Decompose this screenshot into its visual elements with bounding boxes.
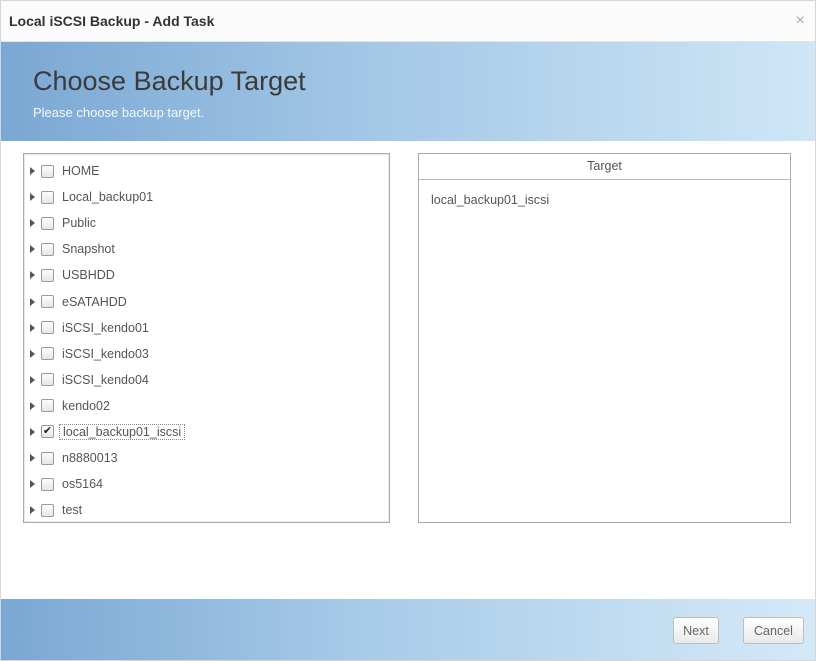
tree-item[interactable]: iSCSI_kendo04 bbox=[24, 367, 389, 393]
tree-item[interactable]: USBHDD bbox=[24, 262, 389, 288]
tree-checkbox[interactable] bbox=[41, 321, 54, 335]
tree-item-selected[interactable]: ✔ local_backup01_iscsi bbox=[24, 419, 389, 445]
expand-arrow-icon[interactable] bbox=[30, 480, 35, 489]
tree-item[interactable]: n8880013 bbox=[24, 445, 389, 471]
tree-item-label: local_backup01_iscsi bbox=[59, 423, 186, 440]
page-title: Choose Backup Target bbox=[33, 66, 306, 96]
tree-checkbox[interactable] bbox=[41, 295, 54, 309]
next-button[interactable]: Next bbox=[673, 617, 719, 644]
tree-item-label: test bbox=[62, 503, 83, 518]
tree-item[interactable]: kendo02 bbox=[24, 393, 389, 419]
tree-item[interactable]: HOME bbox=[24, 158, 389, 184]
tree-item-label: Snapshot bbox=[62, 242, 115, 257]
tree-item[interactable]: os5164 bbox=[24, 471, 389, 497]
cancel-button[interactable]: Cancel bbox=[743, 617, 804, 644]
tree-checkbox[interactable] bbox=[41, 503, 54, 517]
folder-tree: HOME Local_backup01 Public Snapshot USBH… bbox=[23, 153, 390, 523]
tree-item-label: iSCSI_kendo01 bbox=[62, 320, 149, 335]
tree-item-label: kendo02 bbox=[62, 398, 110, 413]
expand-arrow-icon[interactable] bbox=[30, 349, 35, 358]
target-panel: Target local_backup01_iscsi bbox=[418, 153, 791, 523]
target-item[interactable]: local_backup01_iscsi bbox=[419, 180, 790, 207]
close-icon[interactable]: × bbox=[796, 13, 805, 29]
tree-checkbox[interactable] bbox=[41, 268, 54, 282]
tree-item-label: iSCSI_kendo04 bbox=[62, 372, 149, 387]
dialog-title: Local iSCSI Backup - Add Task bbox=[9, 13, 215, 29]
tree-checkbox[interactable] bbox=[41, 242, 54, 256]
tree-item-label: Local_backup01 bbox=[62, 190, 154, 205]
tree-item[interactable]: Snapshot bbox=[24, 236, 389, 262]
tree-item[interactable]: eSATAHDD bbox=[24, 288, 389, 314]
tree-checkbox[interactable] bbox=[41, 347, 54, 361]
tree-checkbox[interactable] bbox=[41, 399, 54, 413]
tree-item-label: USBHDD bbox=[62, 268, 115, 283]
tree-item-label: eSATAHDD bbox=[62, 294, 127, 309]
wizard-header: Choose Backup Target Please choose backu… bbox=[1, 42, 815, 141]
tree-item[interactable]: iSCSI_kendo03 bbox=[24, 341, 389, 367]
tree-item-label: HOME bbox=[62, 164, 100, 179]
expand-arrow-icon[interactable] bbox=[30, 297, 35, 306]
tree-item[interactable]: iSCSI_kendo01 bbox=[24, 315, 389, 341]
target-header: Target bbox=[419, 154, 790, 180]
tree-checkbox[interactable] bbox=[41, 373, 54, 387]
tree-checkbox-checked[interactable]: ✔ bbox=[41, 425, 54, 439]
tree-item[interactable]: Public bbox=[24, 210, 389, 236]
add-task-dialog: Local iSCSI Backup - Add Task × Choose B… bbox=[0, 0, 816, 661]
tree-item-label: Public bbox=[62, 216, 97, 231]
expand-arrow-icon[interactable] bbox=[30, 401, 35, 410]
tree-item[interactable]: Local_backup01 bbox=[24, 184, 389, 210]
tree-checkbox[interactable] bbox=[41, 451, 54, 465]
dialog-titlebar: Local iSCSI Backup - Add Task × bbox=[1, 1, 815, 42]
expand-arrow-icon[interactable] bbox=[30, 271, 35, 280]
tree-item[interactable]: test bbox=[24, 497, 389, 523]
expand-arrow-icon[interactable] bbox=[30, 193, 35, 202]
expand-arrow-icon[interactable] bbox=[30, 454, 35, 463]
expand-arrow-icon[interactable] bbox=[30, 219, 35, 228]
tree-item-label: n8880013 bbox=[62, 451, 118, 466]
tree-checkbox[interactable] bbox=[41, 477, 54, 491]
checkmark-icon: ✔ bbox=[42, 425, 53, 438]
dialog-footer: Next Cancel bbox=[1, 599, 815, 660]
expand-arrow-icon[interactable] bbox=[30, 506, 35, 515]
page-subtitle: Please choose backup target. bbox=[33, 105, 205, 120]
expand-arrow-icon[interactable] bbox=[30, 427, 35, 436]
tree-checkbox[interactable] bbox=[41, 190, 54, 204]
tree-item-label: iSCSI_kendo03 bbox=[62, 346, 149, 361]
tree-checkbox[interactable] bbox=[41, 164, 54, 178]
expand-arrow-icon[interactable] bbox=[30, 245, 35, 254]
expand-arrow-icon[interactable] bbox=[30, 323, 35, 332]
expand-arrow-icon[interactable] bbox=[30, 167, 35, 176]
tree-checkbox[interactable] bbox=[41, 216, 54, 230]
tree-item-label: os5164 bbox=[62, 477, 104, 492]
expand-arrow-icon[interactable] bbox=[30, 375, 35, 384]
